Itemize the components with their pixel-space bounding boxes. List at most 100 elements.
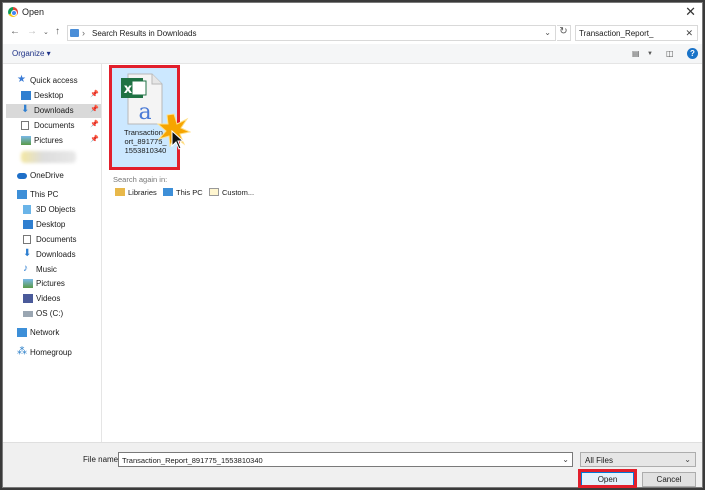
sidebar-item-pc-downloads[interactable]: ⬇ Downloads [23, 248, 101, 262]
recent-chevron-icon[interactable]: ⌄ [43, 28, 49, 36]
sidebar-item-pc-pictures[interactable]: Pictures [23, 277, 101, 291]
preview-pane-icon[interactable]: ◫ [666, 49, 674, 58]
sidebar-item-label: Network [30, 328, 60, 337]
cube-icon [23, 205, 31, 214]
sidebar-item-pc-desktop[interactable]: Desktop [23, 218, 101, 232]
video-icon [23, 294, 33, 303]
libraries-icon [115, 188, 125, 196]
search-again-this-pc[interactable]: This PC [163, 188, 203, 197]
close-icon[interactable]: ✕ [685, 4, 696, 20]
sidebar-item-label: Pictures [34, 136, 63, 145]
file-name-value: Transaction_Report_891775_1553810340 [122, 456, 263, 465]
file-type-select[interactable]: All Files ⌄ [580, 452, 696, 467]
computer-icon [17, 190, 27, 199]
document-icon [21, 121, 29, 130]
chevron-down-icon[interactable]: ⌄ [562, 455, 569, 464]
navigation-pane: ★ Quick access Desktop 📌 ⬇ Downloads 📌 D… [3, 64, 102, 442]
drive-icon [23, 311, 33, 317]
back-arrow-icon[interactable]: ← [10, 26, 20, 37]
pin-icon: 📌 [90, 121, 99, 128]
sidebar-item-label: Desktop [34, 91, 64, 100]
homegroup-icon: ⁂ [17, 346, 27, 357]
sidebar-item-videos[interactable]: Videos [23, 292, 101, 306]
search-option-label: Libraries [128, 188, 157, 197]
cancel-button[interactable]: Cancel [642, 472, 696, 487]
pictures-icon [21, 136, 31, 145]
dialog-footer: File name: Transaction_Report_891775_155… [3, 442, 702, 488]
forward-arrow-icon[interactable]: → [27, 26, 37, 37]
sidebar-item-label: OS (C:) [36, 309, 64, 318]
chevron-right-icon: › [82, 28, 85, 38]
sidebar-item-label: Videos [36, 294, 61, 303]
refresh-icon[interactable]: ↻ [557, 25, 571, 41]
window-title: Open [22, 7, 45, 17]
mouse-cursor-icon [171, 130, 185, 150]
sidebar-item-desktop[interactable]: Desktop 📌 [21, 89, 101, 103]
sidebar-item-this-pc[interactable]: This PC [17, 188, 101, 202]
sidebar-item-label: Documents [34, 121, 75, 130]
sidebar-item-label: Homegroup [30, 348, 72, 357]
sidebar-item-label: Music [36, 265, 57, 274]
sidebar-item-label: Pictures [36, 279, 65, 288]
chevron-down-icon[interactable]: ⌄ [544, 28, 551, 37]
sidebar-item-label: Desktop [36, 220, 66, 229]
open-button-highlight [578, 469, 637, 488]
search-option-label: This PC [176, 188, 203, 197]
music-icon: ♪ [23, 263, 28, 274]
search-again-custom[interactable]: Custom... [209, 188, 254, 197]
custom-folder-icon [209, 188, 219, 196]
view-dropdown-icon[interactable]: ▼ [647, 51, 653, 57]
title-bar: Open ✕ [3, 3, 702, 22]
file-type-value: All Files [585, 456, 614, 465]
chevron-down-icon[interactable]: ⌄ [684, 455, 691, 464]
sidebar-item-os-c[interactable]: OS (C:) [23, 307, 101, 321]
address-path: Search Results in Downloads [92, 29, 197, 38]
pin-icon: 📌 [90, 106, 99, 113]
organize-button[interactable]: Organize ▾ [12, 49, 51, 58]
network-icon [17, 328, 27, 337]
desktop-icon [23, 220, 33, 229]
sidebar-item-label: Downloads [34, 106, 74, 115]
sidebar-item-network[interactable]: Network [17, 326, 101, 340]
search-again-libraries[interactable]: Libraries [115, 188, 157, 197]
sidebar-item-music[interactable]: ♪ Music [23, 263, 101, 277]
sidebar-item-pictures[interactable]: Pictures 📌 [21, 134, 101, 148]
sidebar-item-downloads[interactable]: ⬇ Downloads 📌 [6, 104, 101, 118]
sidebar-item-onedrive[interactable]: OneDrive [17, 169, 101, 183]
cloud-icon [17, 173, 27, 179]
help-icon[interactable]: ? [687, 48, 698, 59]
computer-icon [163, 188, 173, 196]
sidebar-item-pc-documents[interactable]: Documents [23, 233, 101, 247]
pin-icon: 📌 [90, 91, 99, 98]
pin-icon: 📌 [90, 136, 99, 143]
sidebar-item-label: Documents [36, 235, 77, 244]
command-bar: Organize ▾ ▤ ▼ ◫ ? [3, 44, 702, 64]
file-name-input[interactable]: Transaction_Report_891775_1553810340 ⌄ [118, 452, 573, 467]
sidebar-item-label: This PC [30, 190, 59, 199]
sidebar-item-homegroup[interactable]: ⁂ Homegroup [17, 346, 101, 360]
sidebar-item-quick-access[interactable]: ★ Quick access [17, 74, 101, 88]
sidebar-item-documents[interactable]: Documents 📌 [21, 119, 101, 133]
search-value: Transaction_Report_ [579, 29, 654, 38]
file-name-label: File name: [83, 455, 121, 464]
sidebar-item-label: Quick access [30, 76, 78, 85]
blurred-item [21, 151, 76, 163]
pictures-icon [23, 279, 33, 288]
download-icon: ⬇ [21, 104, 30, 115]
desktop-icon [21, 91, 31, 100]
download-icon: ⬇ [23, 248, 32, 259]
sidebar-item-3d-objects[interactable]: 3D Objects [23, 203, 101, 217]
clear-search-icon[interactable]: ✕ [685, 28, 693, 39]
file-list: a x Transaction_ ort_891775_ 1553810340 … [103, 64, 702, 442]
search-input[interactable]: Transaction_Report_ ✕ [575, 25, 698, 41]
open-dialog: Open ✕ ← → ⌄ ↑ › Search Results in Downl… [2, 2, 703, 488]
star-icon: ★ [17, 74, 26, 85]
document-icon [23, 235, 31, 244]
address-bar[interactable]: › Search Results in Downloads ⌄ [67, 25, 556, 41]
sidebar-item-label: Downloads [36, 250, 76, 259]
up-arrow-icon[interactable]: ↑ [55, 26, 60, 37]
folder-icon [70, 29, 79, 37]
search-again-label: Search again in: [113, 175, 168, 184]
view-options-icon[interactable]: ▤ [632, 49, 640, 58]
search-option-label: Custom... [222, 188, 255, 197]
